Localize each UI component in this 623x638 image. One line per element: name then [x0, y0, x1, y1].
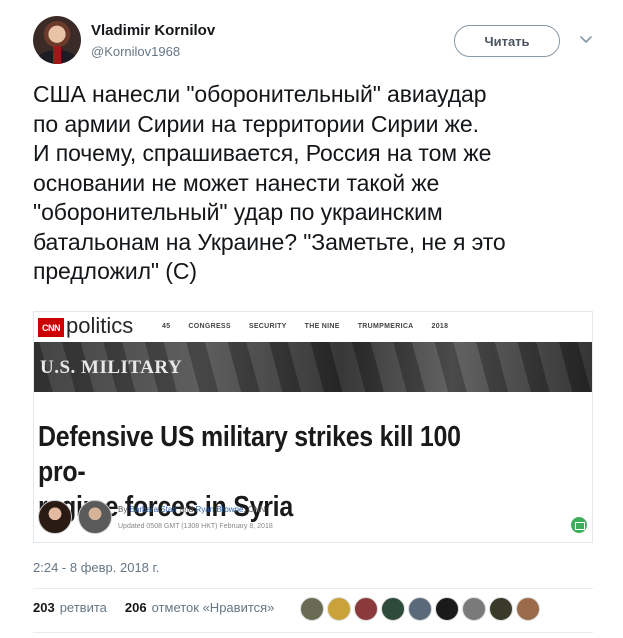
link-card[interactable]: CNN politics 45 CONGRESS SECURITY THE NI…: [33, 311, 593, 543]
author-link: Barbara Starr: [129, 505, 178, 514]
user-avatar[interactable]: [33, 16, 81, 64]
avatar-tie-shape: [53, 46, 61, 64]
byline-suffix: , CNN: [243, 505, 266, 514]
divider: [33, 632, 593, 633]
liker-avatar[interactable]: [462, 597, 486, 621]
cnn-nav-bar: CNN politics 45 CONGRESS SECURITY THE NI…: [34, 312, 592, 342]
chevron-down-icon[interactable]: [577, 30, 595, 48]
author-link: Ryan Browne: [195, 505, 244, 514]
byline: By Barbara Starr and Ryan Browne, CNN: [118, 505, 265, 514]
liker-avatars: [300, 597, 540, 621]
mail-icon: [571, 517, 587, 533]
liker-avatar[interactable]: [435, 597, 459, 621]
nav-item: 2018: [431, 323, 449, 330]
cnn-nav: 45 CONGRESS SECURITY THE NINE TRUMPMERIC…: [162, 323, 448, 330]
liker-avatar[interactable]: [408, 597, 432, 621]
liker-avatar[interactable]: [327, 597, 351, 621]
tweet-timestamp[interactable]: 2:24 - 8 февр. 2018 г.: [33, 560, 159, 575]
tweet-header: Vladimir Kornilov @Kornilov1968 Читать: [33, 16, 593, 66]
tweet-stats: 203 ретвита 206 отметок «Нравится»: [33, 600, 274, 615]
liker-avatar[interactable]: [381, 597, 405, 621]
liker-avatar[interactable]: [489, 597, 513, 621]
nav-item: 45: [162, 323, 171, 330]
liker-avatar[interactable]: [300, 597, 324, 621]
nav-item: THE NINE: [304, 323, 340, 330]
section-title: politics: [66, 313, 134, 338]
byline-and: and: [179, 505, 194, 514]
headline-line-1: Defensive US military strikes kill 100 p…: [38, 421, 461, 488]
liker-avatar[interactable]: [516, 597, 540, 621]
tweet-text: США нанесли "оборонительный" авиаудар по…: [33, 81, 506, 284]
nav-item: SECURITY: [248, 323, 287, 330]
banner-title: U.S. MILITARY: [40, 357, 183, 378]
user-name[interactable]: Vladimir Kornilov: [91, 22, 215, 39]
like-count[interactable]: 206: [125, 600, 147, 615]
updated-time: Updated 0508 GMT (1308 HKT) February 8, …: [118, 523, 273, 530]
nav-item: TRUMPMERICA: [357, 323, 414, 330]
byline-prefix: By: [118, 505, 128, 514]
retweet-count[interactable]: 203: [33, 600, 55, 615]
author-avatar: [38, 500, 72, 534]
liker-avatar[interactable]: [354, 597, 378, 621]
author-avatar: [78, 500, 112, 534]
follow-button[interactable]: Читать: [454, 25, 560, 57]
nav-item: CONGRESS: [188, 323, 231, 330]
cnn-logo: CNN: [38, 318, 64, 337]
banner-image: U.S. MILITARY: [34, 342, 592, 392]
like-label[interactable]: отметок «Нравится»: [152, 600, 275, 615]
retweet-label[interactable]: ретвита: [60, 600, 107, 615]
divider: [33, 588, 593, 589]
user-handle[interactable]: @Kornilov1968: [91, 44, 180, 59]
